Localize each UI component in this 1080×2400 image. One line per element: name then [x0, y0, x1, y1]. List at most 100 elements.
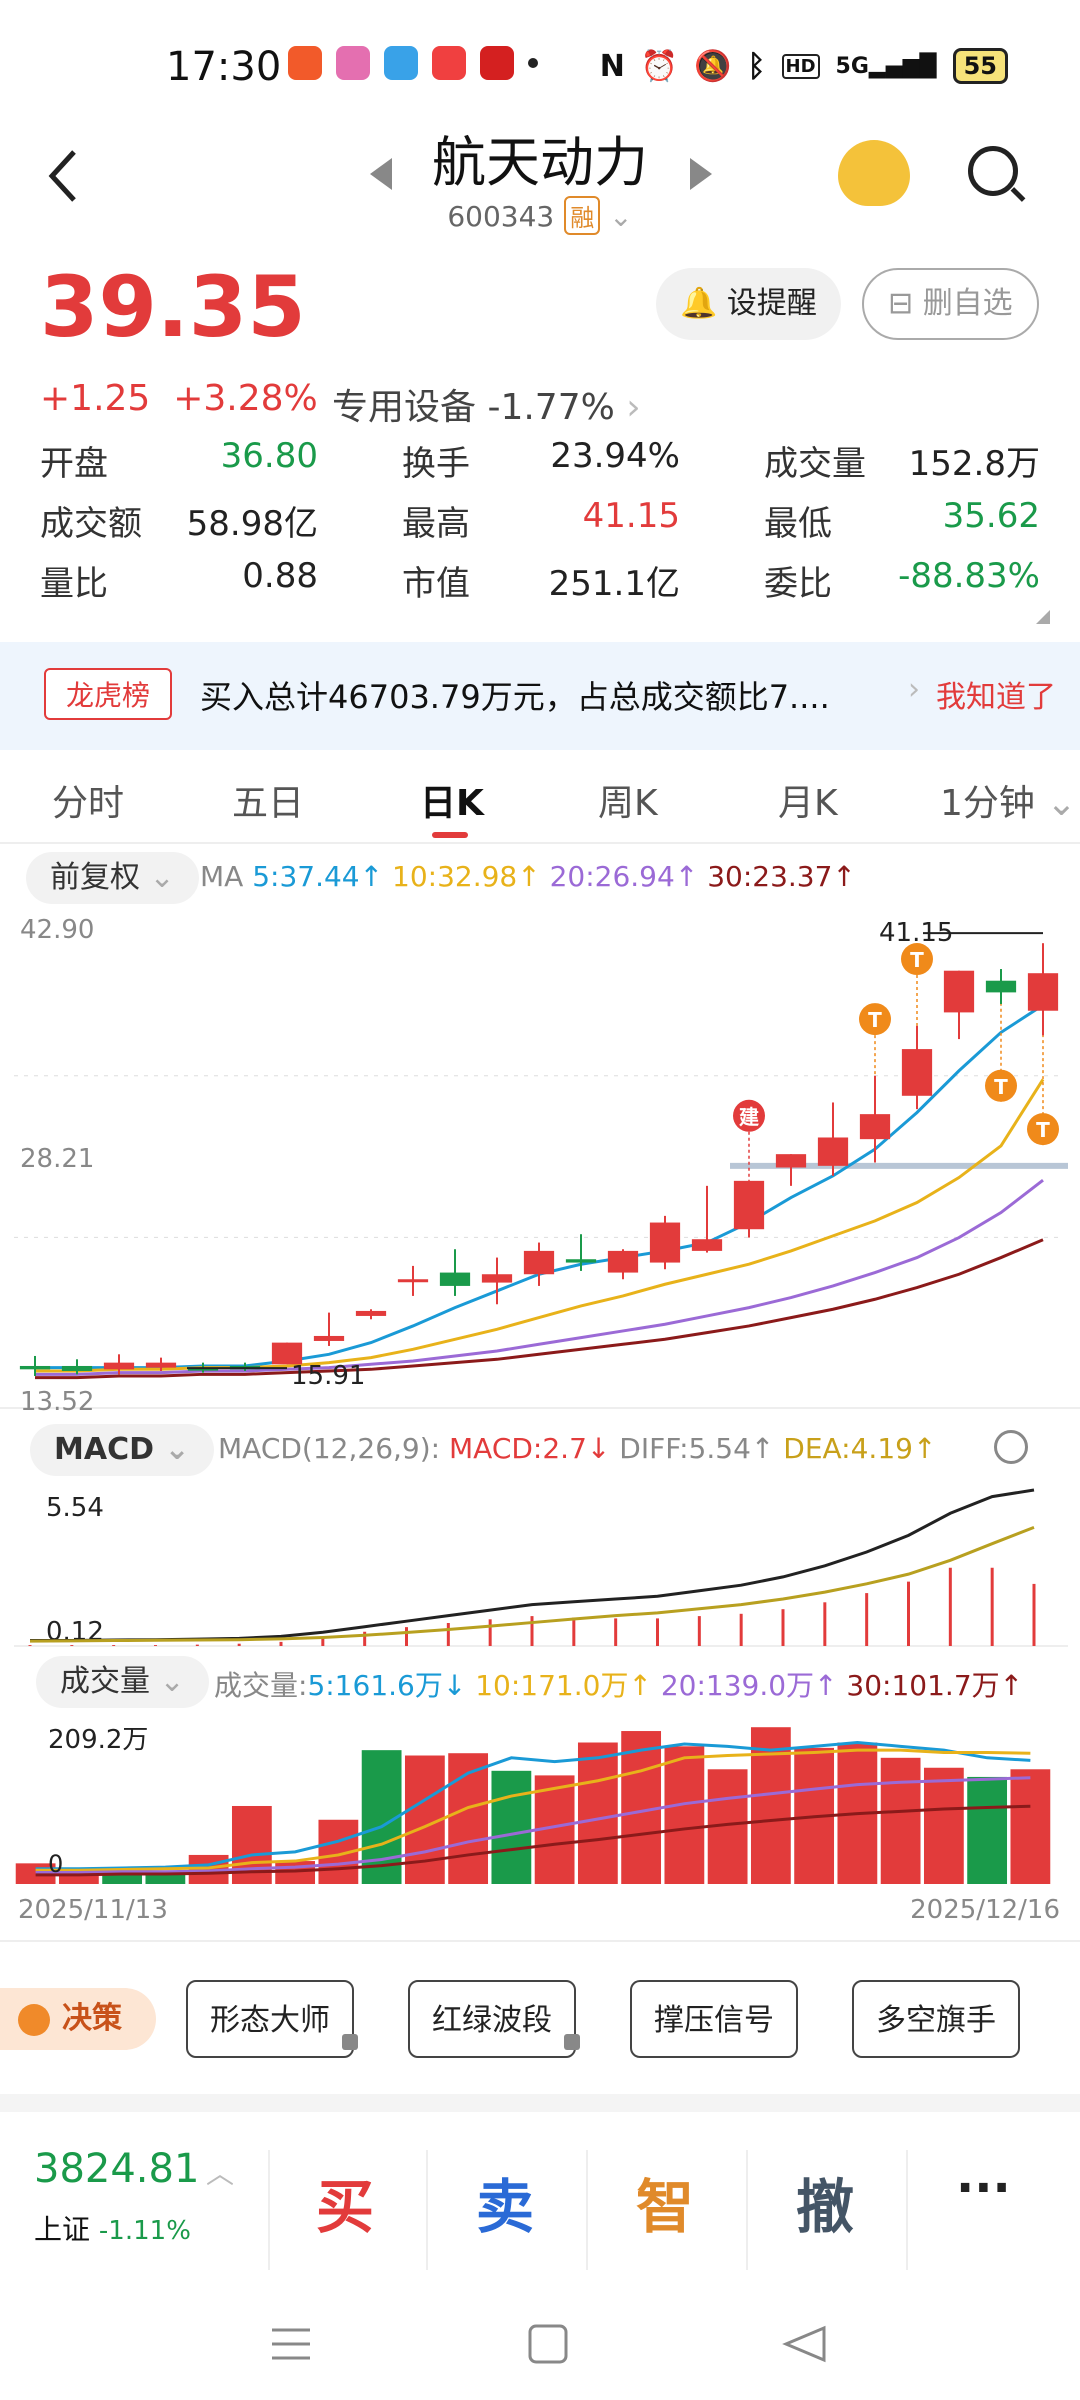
index-info[interactable]: 上证 -1.11%	[34, 2208, 191, 2248]
stat-label: 委比	[764, 564, 832, 604]
status-right: N ⏰ 🔕 ᛒ HD 5G▂▄▆█ 55	[600, 48, 1008, 84]
cancel-order-button[interactable]: 撤	[796, 2160, 854, 2244]
macd-value: MACD:2.7↓	[449, 1432, 611, 1465]
stock-code: 600343	[447, 200, 555, 233]
nfc-icon: N	[599, 48, 625, 84]
adjust-label: 前复权	[50, 860, 140, 895]
tab-1min[interactable]: 1分钟 ⌄	[940, 774, 1077, 826]
minus-box-icon: ⊟	[888, 286, 914, 321]
buy-button[interactable]: 买	[316, 2160, 374, 2244]
dismiss-button[interactable]: 我知道了	[936, 672, 1056, 716]
app-icon	[288, 46, 322, 80]
back-nav-icon[interactable]	[782, 2325, 826, 2363]
ma20-value: 20:26.94↑	[549, 860, 699, 893]
lhb-tag: 龙虎榜	[44, 668, 173, 720]
chip-red-green-band[interactable]: 红绿波段	[408, 1980, 576, 2058]
bell-icon: 🔔	[680, 286, 718, 321]
stat-label: 换手	[402, 444, 470, 484]
tab-monthly-k[interactable]: 月K	[778, 774, 838, 826]
macd-chart[interactable]: 5.54 0.12	[0, 1476, 1080, 1648]
video-app-icon	[432, 46, 466, 80]
alarm-icon: ⏰	[640, 48, 679, 84]
news-app-icon	[480, 46, 514, 80]
lhb-text: 买入总计46703.79万元，占总成交额比7....	[200, 678, 830, 716]
mascot-icon[interactable]	[838, 140, 910, 206]
candle-body	[313, 1335, 345, 1341]
tab-daily-k[interactable]: 日K	[420, 774, 484, 826]
candle-body	[355, 1310, 387, 1316]
volume-bar	[923, 1767, 964, 1884]
candle-body	[439, 1272, 471, 1286]
ma-line-ma5	[35, 1003, 1044, 1370]
volume-selector[interactable]: 成交量 ⌄	[36, 1656, 209, 1708]
chip-label: 红绿波段	[432, 2003, 552, 2038]
index-change: -1.11%	[98, 2216, 191, 2246]
candlestick-chart[interactable]: 42.9028.2113.5241.1515.91建TTTT	[0, 904, 1080, 1414]
y-tick-label: 5.54	[46, 1493, 104, 1523]
candle-body	[481, 1274, 513, 1283]
tab-fenshi[interactable]: 分时	[52, 774, 124, 826]
volume-bar	[664, 1746, 705, 1884]
chip-label: 形态大师	[210, 2003, 330, 2038]
divider	[906, 2150, 908, 2270]
divider	[746, 2150, 748, 2270]
app-icon	[384, 46, 418, 80]
chip-support-pressure[interactable]: 撑压信号	[630, 1980, 798, 2058]
home-icon[interactable]	[528, 2324, 568, 2364]
tab-weekly-k[interactable]: 周K	[598, 774, 658, 826]
y-tick-label: 42.90	[20, 915, 94, 945]
x-tick-label: 2025/11/13	[18, 1895, 168, 1924]
volume-bar	[880, 1757, 921, 1884]
diff-value: DIFF:5.54↑	[619, 1432, 775, 1465]
status-time: 17:30	[166, 44, 282, 90]
sector-link[interactable]: 专用设备 -1.77% ›	[332, 378, 641, 430]
app-icon	[336, 46, 370, 80]
divider	[426, 2150, 428, 2270]
stat-value: -88.83%	[898, 556, 1040, 596]
system-nav-bar	[272, 2324, 826, 2364]
stock-name: 航天动力	[432, 131, 648, 194]
ma30-value: 30:23.37↑	[707, 860, 856, 893]
ma10-value: 10:32.98↑	[392, 860, 541, 893]
divider	[0, 1940, 1080, 1942]
signal-label: T	[910, 948, 924, 972]
chip-pattern-master[interactable]: 形态大师	[186, 1980, 354, 2058]
candle-body	[859, 1114, 891, 1140]
macd-selector[interactable]: MACD ⌄	[30, 1424, 214, 1476]
chip-label: 多空旗手	[876, 2003, 996, 2038]
stat-label: 市值	[402, 564, 470, 604]
candle-body	[1027, 973, 1059, 1011]
more-button[interactable]: ···	[956, 2160, 1011, 2216]
stock-code-row: 600343 融 ⌄	[0, 196, 1080, 235]
stat-value: 0.88	[242, 556, 318, 596]
stat-label: 成交额	[40, 504, 142, 544]
smart-button[interactable]: 智	[636, 2160, 694, 2244]
volume-chart[interactable]: 209.2万 0 2025/11/13 2025/12/16	[0, 1712, 1080, 1924]
signal-label: T	[868, 1008, 882, 1032]
y-tick-label: 0.12	[46, 1617, 104, 1647]
stat-value: 35.62	[942, 496, 1040, 536]
hd-icon: HD	[781, 53, 820, 79]
sell-button[interactable]: 卖	[476, 2160, 534, 2244]
search-icon[interactable]	[968, 146, 1018, 196]
vol-ma20: 20:139.0万↑	[660, 1669, 838, 1702]
candle-body	[523, 1250, 555, 1275]
next-stock-icon[interactable]	[690, 158, 712, 190]
indicator-settings-icon[interactable]	[994, 1430, 1028, 1464]
index-value[interactable]: 3824.81	[34, 2146, 199, 2192]
set-alert-button[interactable]: 🔔 设提醒	[656, 268, 841, 340]
chevron-down-icon[interactable]: ⌄	[609, 200, 632, 233]
expand-corner-icon[interactable]	[1036, 610, 1050, 624]
signal-label: T	[1036, 1118, 1050, 1142]
adjust-selector[interactable]: 前复权 ⌄	[26, 852, 199, 904]
change-pct: +3.28%	[173, 378, 318, 419]
vol-ma5: 5:161.6万↓	[307, 1669, 467, 1702]
menu-icon[interactable]	[272, 2328, 310, 2360]
remove-watchlist-button[interactable]: ⊟ 删自选	[862, 268, 1039, 340]
stat-value: 251.1亿	[548, 564, 680, 604]
candle-body	[817, 1137, 849, 1166]
volume-selector-label: 成交量	[60, 1664, 150, 1699]
change-value: +1.25	[40, 378, 151, 419]
tab-5day[interactable]: 五日	[232, 774, 304, 826]
chip-bull-bear[interactable]: 多空旗手	[852, 1980, 1020, 2058]
